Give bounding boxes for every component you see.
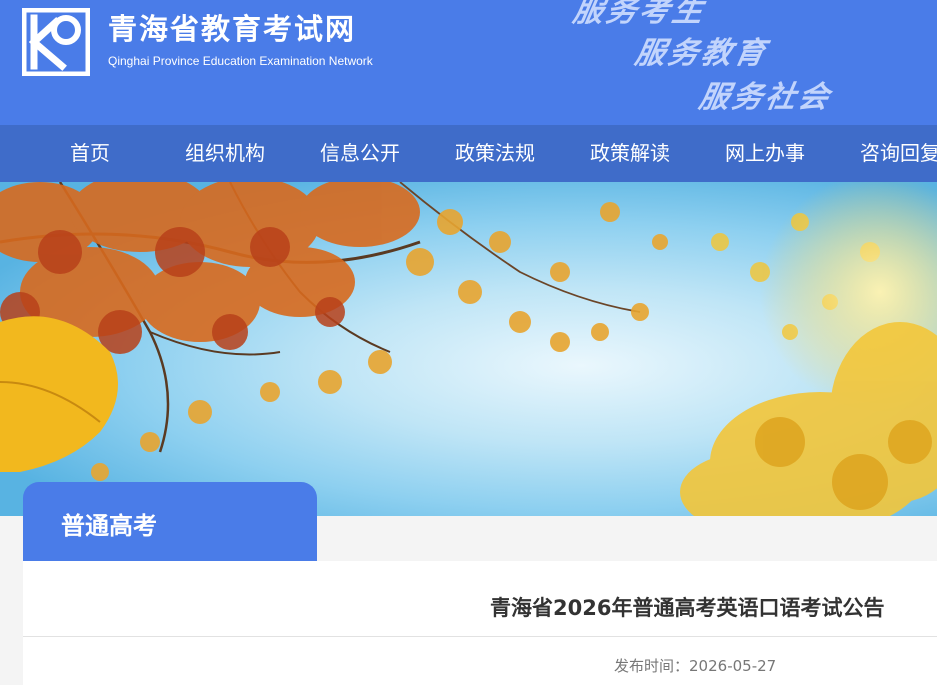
publish-label: 发布时间： bbox=[614, 657, 690, 675]
nav-item-consultation[interactable]: 咨询回复 bbox=[860, 125, 937, 182]
nav-item-home[interactable]: 首页 bbox=[70, 125, 110, 182]
publish-date: 2026-05-27 bbox=[689, 657, 777, 675]
site-title[interactable]: 青海省教育考试网 bbox=[108, 6, 356, 48]
site-subtitle: Qinghai Province Education Examination N… bbox=[108, 54, 373, 68]
section-tab[interactable]: 普通高考 bbox=[23, 482, 317, 561]
slogan-2: 服务教育 bbox=[632, 36, 771, 71]
nav-item-policies[interactable]: 政策法规 bbox=[455, 125, 535, 182]
nav-item-organization[interactable]: 组织机构 bbox=[185, 125, 265, 182]
title-divider bbox=[23, 636, 937, 637]
slogan-1: 服务考生 bbox=[570, 0, 709, 29]
main-nav: 首页 组织机构 信息公开 政策法规 政策解读 网上办事 咨询回复 bbox=[0, 125, 937, 182]
autumn-leaves-image bbox=[0, 182, 937, 516]
article-panel bbox=[23, 561, 937, 685]
site-logo-icon[interactable] bbox=[22, 8, 90, 76]
section-tab-label: 普通高考 bbox=[61, 512, 157, 540]
nav-item-policy-interpretation[interactable]: 政策解读 bbox=[590, 125, 670, 182]
publish-meta: 发布时间：2026-05-27 bbox=[614, 655, 776, 676]
slogan-3: 服务社会 bbox=[696, 80, 835, 115]
nav-item-online-services[interactable]: 网上办事 bbox=[725, 125, 805, 182]
nav-item-info-disclosure[interactable]: 信息公开 bbox=[320, 125, 400, 182]
site-header: 青海省教育考试网 Qinghai Province Education Exam… bbox=[0, 0, 937, 125]
article-title: 青海省2026年普通高考英语口语考试公告 bbox=[490, 596, 885, 620]
hero-banner bbox=[0, 182, 937, 516]
